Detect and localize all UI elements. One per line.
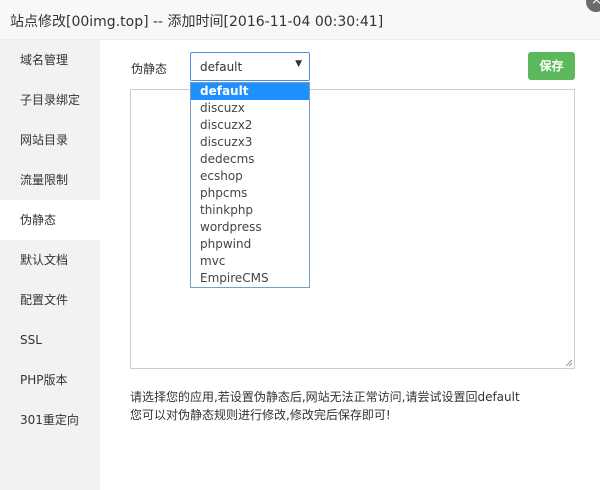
rewrite-panel: 伪静态 default ▼ 保存 default discuzx discuzx… xyxy=(100,40,600,490)
sidebar-item-rewrite[interactable]: 伪静态 xyxy=(0,200,100,240)
sidebar-item-301-redirect[interactable]: 301重定向 xyxy=(0,400,100,440)
resize-handle-icon[interactable] xyxy=(565,359,573,367)
dropdown-option[interactable]: phpcms xyxy=(191,185,309,202)
rewrite-hint-line-2: 您可以对伪静态规则进行修改,修改完后保存即可! xyxy=(130,408,391,422)
site-edit-dialog: 站点修改[00img.top] -- 添加时间[2016-11-04 00:30… xyxy=(0,0,600,490)
dropdown-option[interactable]: dedecms xyxy=(191,151,309,168)
dropdown-option[interactable]: discuzx2 xyxy=(191,117,309,134)
rewrite-label: 伪静态 xyxy=(131,62,168,76)
sidebar-item-site-directory[interactable]: 网站目录 xyxy=(0,120,100,160)
sidebar-item-php-version[interactable]: PHP版本 xyxy=(0,360,100,400)
dropdown-option[interactable]: discuzx xyxy=(191,100,309,117)
rewrite-hint-line-1: 请选择您的应用,若设置伪静态后,网站无法正常访问,请尝试设置回default xyxy=(130,390,520,404)
sidebar: 域名管理 子目录绑定 网站目录 流量限制 伪静态 默认文档 配置文件 SSL P… xyxy=(0,40,100,490)
close-icon[interactable] xyxy=(586,0,600,12)
sidebar-item-subdir-binding[interactable]: 子目录绑定 xyxy=(0,80,100,120)
dropdown-option[interactable]: wordpress xyxy=(191,219,309,236)
dropdown-arrow-icon: ▼ xyxy=(295,59,302,69)
sidebar-item-traffic-limit[interactable]: 流量限制 xyxy=(0,160,100,200)
rewrite-select-value: default xyxy=(200,60,243,74)
rewrite-dropdown-list: default discuzx discuzx2 discuzx3 dedecm… xyxy=(190,82,310,288)
sidebar-item-ssl[interactable]: SSL xyxy=(0,320,100,360)
save-button[interactable]: 保存 xyxy=(528,52,575,80)
dropdown-option[interactable]: thinkphp xyxy=(191,202,309,219)
rewrite-select[interactable]: default ▼ xyxy=(190,52,310,81)
dropdown-option[interactable]: EmpireCMS xyxy=(191,270,309,287)
dropdown-option[interactable]: mvc xyxy=(191,253,309,270)
sidebar-item-domain[interactable]: 域名管理 xyxy=(0,40,100,80)
dropdown-option[interactable]: ecshop xyxy=(191,168,309,185)
sidebar-item-default-document[interactable]: 默认文档 xyxy=(0,240,100,280)
dropdown-option[interactable]: default xyxy=(191,83,309,100)
sidebar-item-config-file[interactable]: 配置文件 xyxy=(0,280,100,320)
dropdown-option[interactable]: discuzx3 xyxy=(191,134,309,151)
dialog-title: 站点修改[00img.top] -- 添加时间[2016-11-04 00:30… xyxy=(10,14,384,30)
dropdown-option[interactable]: phpwind xyxy=(191,236,309,253)
dialog-titlebar: 站点修改[00img.top] -- 添加时间[2016-11-04 00:30… xyxy=(0,0,600,40)
